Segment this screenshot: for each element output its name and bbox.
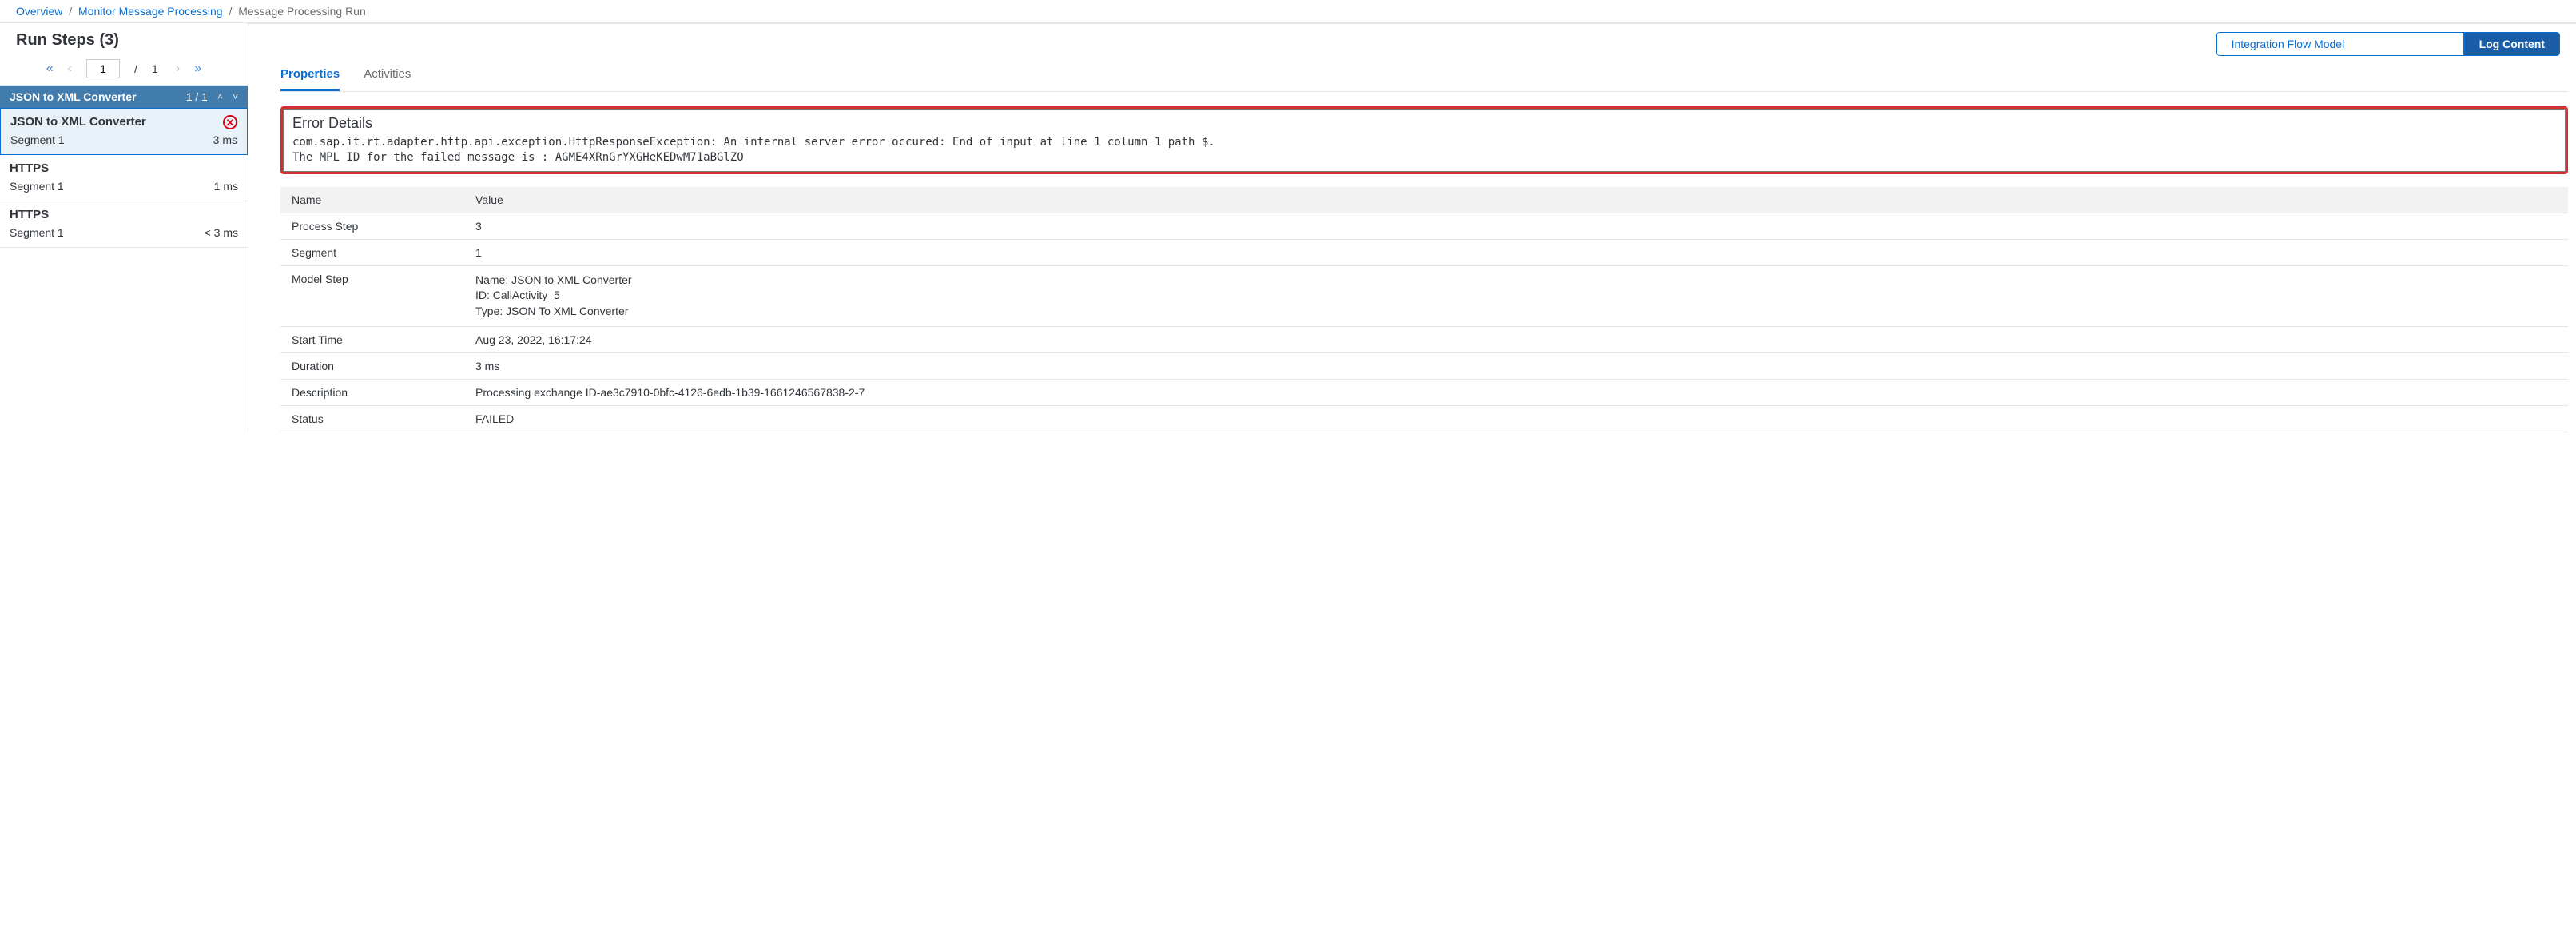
table-row: DescriptionProcessing exchange ID-ae3c79…: [280, 379, 2568, 405]
prop-key: Process Step: [280, 213, 464, 239]
group-header: JSON to XML Converter 1 / 1 ˄ ˅: [0, 86, 248, 108]
pager-prev-icon[interactable]: ‹: [68, 62, 72, 76]
props-header-name: Name: [280, 187, 464, 213]
step-item[interactable]: JSON to XML Converter✕ Segment 1 3 ms: [0, 108, 248, 155]
prop-key: Duration: [280, 352, 464, 379]
prop-value: 3 ms: [464, 352, 2568, 379]
step-segment: Segment 1: [10, 226, 64, 239]
table-row: Segment1: [280, 239, 2568, 265]
step-name: JSON to XML Converter: [10, 115, 237, 129]
chevron-down-icon[interactable]: ˅: [233, 91, 238, 102]
view-toggle: Integration Flow Model Log Content: [280, 24, 2568, 56]
step-segment: Segment 1: [10, 133, 65, 146]
prop-key: Model Step: [280, 265, 464, 326]
prop-value: FAILED: [464, 405, 2568, 432]
step-duration: 1 ms: [214, 180, 238, 193]
breadcrumb-sep: /: [66, 5, 75, 18]
table-row: Duration3 ms: [280, 352, 2568, 379]
prop-value: Aug 23, 2022, 16:17:24: [464, 326, 2568, 352]
pager-slash: /: [134, 62, 137, 75]
chevron-up-icon[interactable]: ˄: [217, 91, 223, 102]
pager-current-input[interactable]: [86, 59, 120, 78]
step-name: HTTPS: [10, 208, 238, 221]
breadcrumb-sep: /: [225, 5, 235, 18]
left-panel: Run Steps (3) « ‹ / 1 › » JSON to XML Co…: [0, 23, 248, 432]
group-header-name: JSON to XML Converter: [10, 90, 136, 103]
tabs: Properties Activities: [280, 56, 2568, 92]
prop-key: Status: [280, 405, 464, 432]
breadcrumb-monitor[interactable]: Monitor Message Processing: [78, 5, 223, 18]
prop-value: 3: [464, 213, 2568, 239]
props-header-value: Value: [464, 187, 2568, 213]
table-row: Start TimeAug 23, 2022, 16:17:24: [280, 326, 2568, 352]
pager: « ‹ / 1 › »: [0, 56, 248, 86]
pager-last-icon[interactable]: »: [194, 62, 201, 76]
tab-activities[interactable]: Activities: [364, 67, 411, 91]
toggle-log[interactable]: Log Content: [2464, 32, 2560, 56]
breadcrumb-overview[interactable]: Overview: [16, 5, 62, 18]
pager-first-icon[interactable]: «: [46, 62, 54, 76]
run-steps-title: Run Steps (3): [0, 23, 248, 56]
breadcrumb: Overview / Monitor Message Processing / …: [0, 0, 2576, 23]
step-duration: 3 ms: [213, 133, 237, 146]
pager-next-icon[interactable]: ›: [176, 62, 180, 76]
step-name: HTTPS: [10, 161, 238, 175]
prop-key: Start Time: [280, 326, 464, 352]
main-panel: Integration Flow Model Log Content Prope…: [248, 23, 2576, 432]
prop-key: Description: [280, 379, 464, 405]
step-item[interactable]: HTTPS Segment 1 < 3 ms: [0, 201, 248, 248]
prop-key: Segment: [280, 239, 464, 265]
prop-value: 1: [464, 239, 2568, 265]
error-icon: ✕: [223, 115, 237, 129]
step-duration: < 3 ms: [205, 226, 238, 239]
prop-value: Name: JSON to XML ConverterID: CallActiv…: [464, 265, 2568, 326]
table-row: StatusFAILED: [280, 405, 2568, 432]
error-details-box: Error Details com.sap.it.rt.adapter.http…: [280, 106, 2568, 174]
breadcrumb-current: Message Processing Run: [238, 5, 366, 18]
prop-value: Processing exchange ID-ae3c7910-0bfc-412…: [464, 379, 2568, 405]
error-details-title: Error Details: [292, 115, 2556, 132]
step-item[interactable]: HTTPS Segment 1 1 ms: [0, 155, 248, 201]
properties-table: Name Value Process Step3Segment1Model St…: [280, 187, 2568, 432]
error-details-text: com.sap.it.rt.adapter.http.api.exception…: [292, 135, 2556, 165]
table-row: Process Step3: [280, 213, 2568, 239]
group-header-count: 1 / 1: [186, 90, 208, 103]
toggle-model[interactable]: Integration Flow Model: [2216, 32, 2464, 56]
tab-properties[interactable]: Properties: [280, 67, 340, 91]
table-row: Model StepName: JSON to XML ConverterID:…: [280, 265, 2568, 326]
step-segment: Segment 1: [10, 180, 64, 193]
pager-total: 1: [152, 62, 161, 75]
